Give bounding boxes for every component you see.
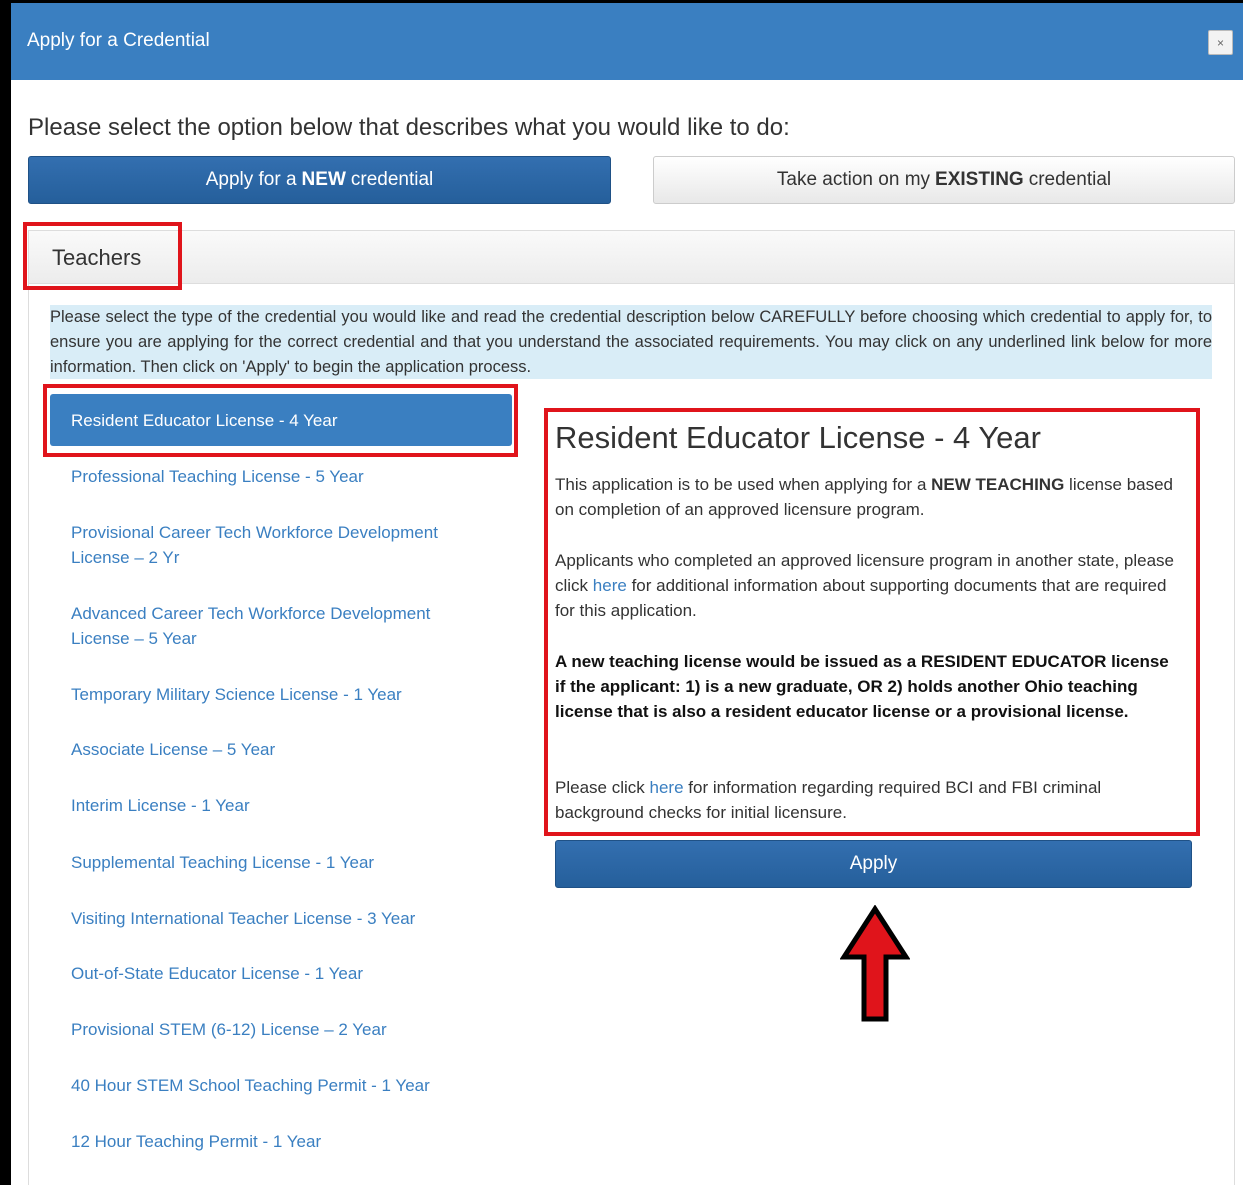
highlight-box-teachers: [23, 222, 182, 290]
apply-new-suffix: credential: [350, 169, 434, 190]
apply-new-bold: NEW: [301, 169, 346, 190]
highlight-box-selected-credential: [43, 384, 518, 457]
existing-bold: EXISTING: [935, 169, 1024, 190]
close-button[interactable]: ×: [1208, 30, 1233, 55]
existing-suffix: credential: [1028, 169, 1112, 190]
red-arrow-up-icon: [840, 905, 910, 1022]
credential-item-provisional-career-tech[interactable]: Provisional Career Tech Workforce Develo…: [50, 520, 480, 570]
credential-item-interim[interactable]: Interim License - 1 Year: [50, 793, 512, 818]
existing-credential-button[interactable]: Take action on my EXISTING credential: [653, 156, 1235, 204]
credential-item-supplemental[interactable]: Supplemental Teaching License - 1 Year: [50, 850, 512, 875]
modal-title: Apply for a Credential: [27, 30, 210, 51]
credential-item-associate[interactable]: Associate License – 5 Year: [50, 737, 512, 762]
credential-item-12-hour-permit[interactable]: 12 Hour Teaching Permit - 1 Year: [50, 1129, 512, 1154]
close-icon: ×: [1216, 35, 1224, 50]
existing-prefix: Take action on my: [776, 169, 931, 190]
credential-item-advanced-career-tech[interactable]: Advanced Career Tech Workforce Developme…: [50, 601, 480, 651]
highlight-box-detail: [544, 408, 1200, 836]
apply-new-credential-button[interactable]: Apply for a NEW credential: [28, 156, 611, 204]
apply-new-prefix: Apply for a: [205, 169, 297, 190]
panel-heading: Teachers: [29, 231, 1234, 284]
credential-item-out-of-state[interactable]: Out-of-State Educator License - 1 Year: [50, 961, 512, 986]
frame-left-border: [0, 0, 11, 1185]
instruction-prompt: Please select the option below that desc…: [28, 114, 790, 141]
modal-header: Apply for a Credential ×: [11, 3, 1243, 80]
credential-item-provisional-stem[interactable]: Provisional STEM (6-12) License – 2 Year: [50, 1017, 512, 1042]
apply-button[interactable]: Apply: [555, 840, 1192, 888]
credential-item-professional-teaching[interactable]: Professional Teaching License - 5 Year: [50, 464, 512, 489]
credential-item-visiting-international[interactable]: Visiting International Teacher License -…: [50, 906, 512, 931]
credential-item-temporary-military[interactable]: Temporary Military Science License - 1 Y…: [50, 682, 512, 707]
instructions-note: Please select the type of the credential…: [50, 305, 1212, 379]
credential-item-40-hour-stem[interactable]: 40 Hour STEM School Teaching Permit - 1 …: [50, 1073, 512, 1098]
